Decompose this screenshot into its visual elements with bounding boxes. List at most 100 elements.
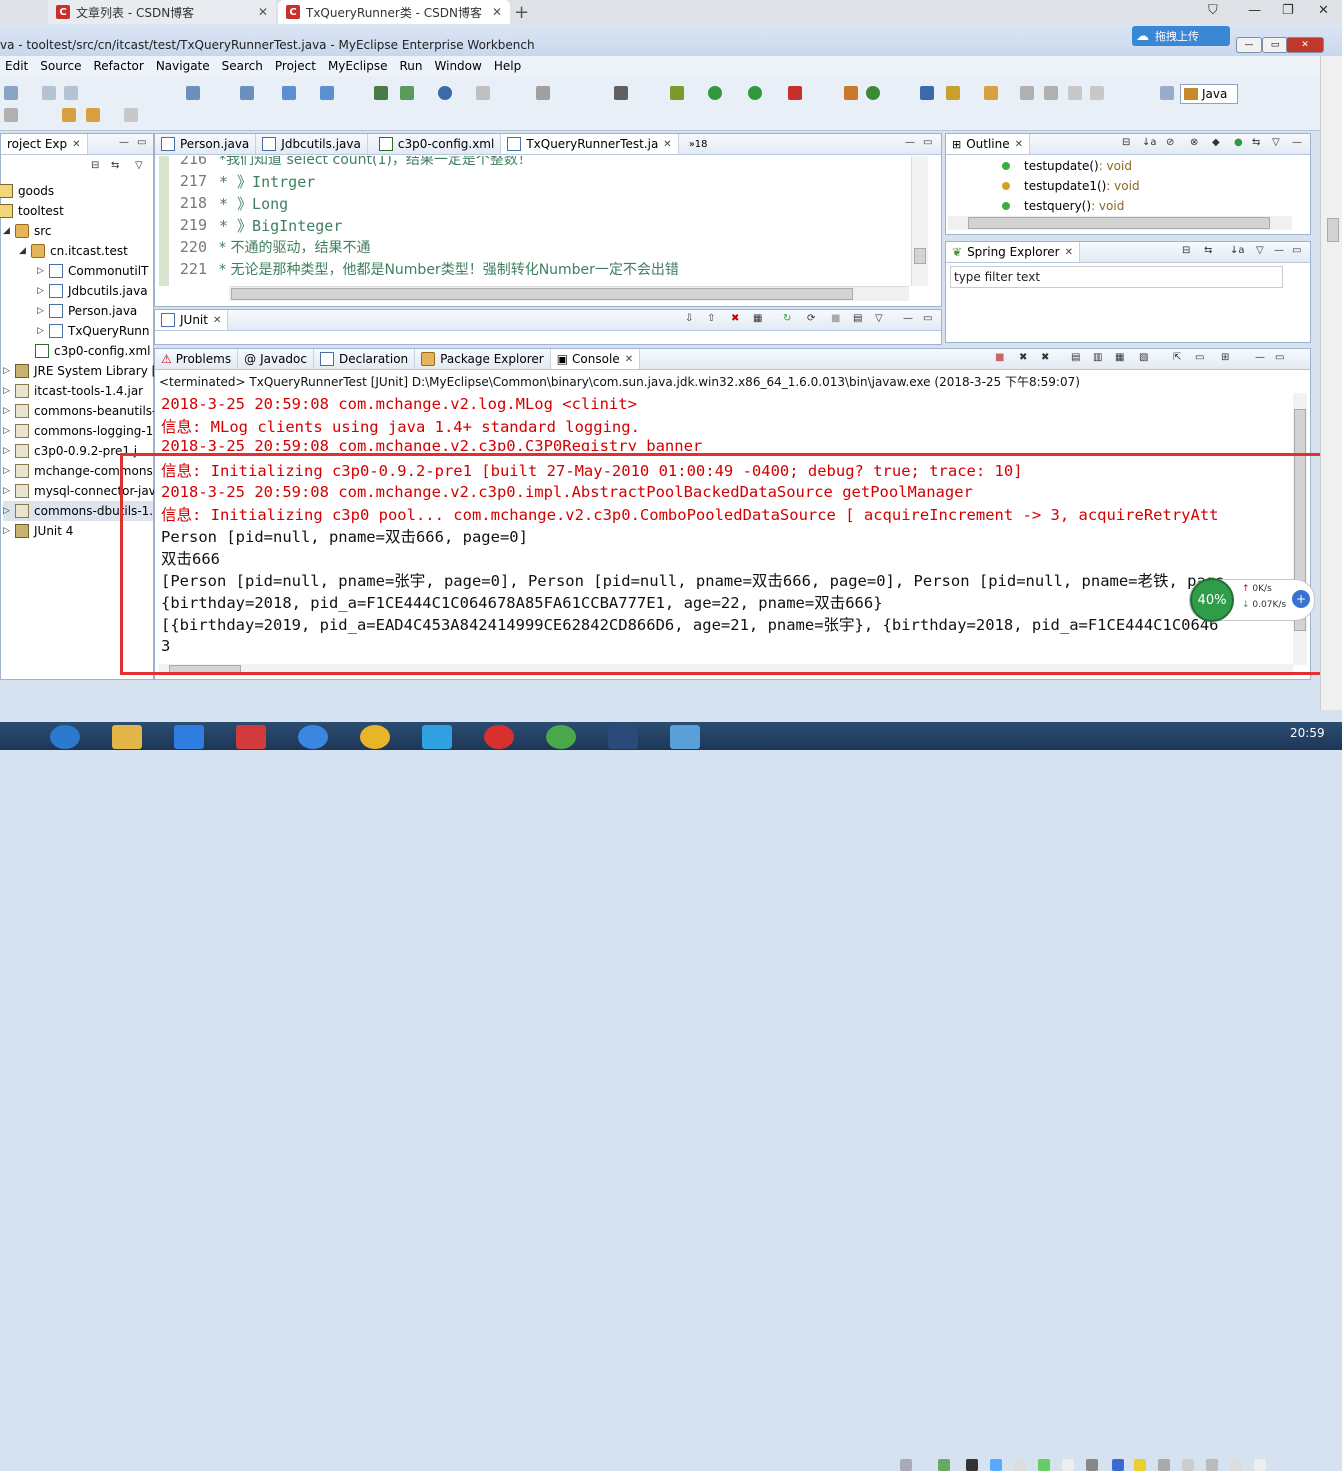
close-icon[interactable]: ✕ [1015,139,1023,150]
tab-javadoc[interactable]: @ Javadoc [238,349,314,369]
menu-refactor[interactable]: Refactor [93,59,143,73]
window-vertical-scrollbar[interactable] [1320,56,1342,710]
minimize-icon[interactable]: — [119,137,129,148]
close-icon[interactable]: ✕ [663,139,671,150]
rerun-icon[interactable]: ↻ [783,313,791,324]
menu-window[interactable]: Window [435,59,482,73]
scroll-thumb[interactable] [231,288,853,300]
plus-icon[interactable]: + [1292,590,1310,608]
collapse-arrow-icon[interactable]: ▷ [3,486,11,496]
tree-item-jre-system-library[interactable]: ▷ JRE System Library [ [3,361,156,381]
tab-package-explorer[interactable]: roject Exp ✕ [1,134,88,154]
expand-arrow-icon[interactable]: ◢ [3,226,11,236]
print-icon[interactable] [64,86,78,100]
new-class-icon[interactable] [844,86,858,100]
tray-icon[interactable] [900,1459,912,1471]
new-icon[interactable] [186,86,200,100]
window-minimize-button[interactable]: — [1236,37,1262,53]
tree-item-jar[interactable]: ▷ commons-beanutils- [3,401,156,421]
external-tools-icon[interactable] [788,86,802,100]
app-icon[interactable] [174,725,204,749]
tab-console[interactable]: ▣ Console ✕ [550,349,641,369]
youdao-icon[interactable] [236,725,266,749]
minimize-icon[interactable]: — [1274,245,1284,256]
tray-icon[interactable] [1158,1459,1170,1471]
maximize-icon[interactable]: ▭ [137,137,146,148]
collapse-all-icon[interactable]: ⊟ [1122,137,1130,148]
menu-help[interactable]: Help [494,59,521,73]
back-forward-icon[interactable] [476,86,490,100]
camera-icon[interactable] [614,86,628,100]
browser-tab-article-list[interactable]: C 文章列表 - CSDN博客 ✕ [48,0,276,24]
scroll-thumb[interactable] [914,248,926,264]
minimize-icon[interactable]: — [1248,3,1261,18]
tree-item-person[interactable]: ▷ Person.java [37,301,137,321]
sort-icon[interactable]: ↓a [1142,137,1157,148]
hide-fields-icon[interactable]: ⊘ [1166,137,1174,148]
close-icon[interactable]: ✕ [258,5,268,19]
menu-edit[interactable]: Edit [5,59,28,73]
next-failure-icon[interactable]: ⇩ [685,313,693,324]
ime-icon[interactable] [1254,1459,1266,1471]
tree-item-jar[interactable]: ▷ c3p0-0.9.2-pre1.j [3,441,137,461]
tray-icon[interactable] [990,1459,1002,1471]
mysql-icon[interactable] [670,725,700,749]
sort-icon[interactable]: ↓a [1230,245,1245,256]
tree-item-jar[interactable]: ▷ itcast-tools-1.4.jar [3,381,143,401]
maximize-icon[interactable]: ▭ [923,137,932,148]
tab-txqueryrunnertest[interactable]: TxQueryRunnerTest.ja ✕ [501,134,679,154]
show-on-output-icon[interactable]: ▧ [1139,352,1148,363]
collapse-arrow-icon[interactable]: ▷ [3,366,11,376]
show-failures-icon[interactable]: ✖ [731,313,739,324]
folder-icon[interactable] [984,86,998,100]
collapse-arrow-icon[interactable]: ▷ [37,326,45,336]
minimize-icon[interactable]: — [1292,137,1302,148]
build-icon[interactable] [374,86,388,100]
menu-project[interactable]: Project [275,59,316,73]
remove-all-icon[interactable]: ✖ [1041,352,1049,363]
maximize-icon[interactable]: ▭ [923,313,932,324]
link-editor-icon[interactable]: ⇆ [1252,137,1260,148]
close-icon[interactable]: ✕ [213,315,221,326]
layout-icon[interactable]: ▤ [853,313,862,324]
format-icon[interactable] [1090,86,1104,100]
scroll-lock-icon[interactable]: ▥ [1093,352,1102,363]
minimize-icon[interactable]: — [903,313,913,324]
expand-arrow-icon[interactable]: ◢ [19,246,27,256]
tab-problems[interactable]: ⚠ Problems [155,349,239,369]
tray-icon[interactable] [1014,1459,1026,1471]
menu-source[interactable]: Source [40,59,81,73]
restore-icon[interactable]: ❐ [1282,3,1294,18]
perspective-java-button[interactable]: Java [1180,84,1238,104]
tab-outline[interactable]: ⊞ Outline ✕ [946,134,1031,154]
tab-jdbcutils-java[interactable]: Jdbcutils.java [256,134,368,154]
outline-item-testupdate1[interactable]: testupdate1() : void [1002,176,1140,196]
outline-horizontal-scrollbar[interactable] [948,216,1292,230]
publish-icon[interactable] [400,86,414,100]
run-last-icon[interactable] [748,86,762,100]
remove-launch-icon[interactable]: ✖ [1019,352,1027,363]
close-icon[interactable]: ✕ [1065,247,1073,258]
menu-myeclipse[interactable]: MyEclipse [328,59,388,73]
tab-person-java[interactable]: Person.java [155,134,257,154]
volume-icon[interactable] [1230,1459,1242,1471]
server-icon[interactable] [320,86,334,100]
code-area[interactable]: 216 *我们知道 select count(1)，结果一定是个整数！ 217 * … [169,156,909,286]
tab-junit[interactable]: JUnit ✕ [155,310,229,330]
globe-icon[interactable] [438,86,452,100]
qq-browser-icon[interactable] [422,725,452,749]
tree-item-txqueryrunner[interactable]: ▷ TxQueryRunn [37,321,150,341]
copy-icon[interactable] [42,86,56,100]
signal-icon[interactable] [1206,1459,1218,1471]
new-package-icon[interactable] [866,86,880,100]
tab-overflow-button[interactable]: »18 [689,139,708,150]
minimize-icon[interactable]: — [1255,352,1265,363]
scroll-thumb[interactable] [1327,218,1339,242]
explorer-icon[interactable] [112,725,142,749]
maximize-icon[interactable]: ▭ [1292,245,1301,256]
search-icon[interactable] [920,86,934,100]
ant-icon[interactable] [536,86,550,100]
editor-horizontal-scrollbar[interactable] [229,286,909,301]
open-type-icon[interactable] [240,86,254,100]
bluetooth-icon[interactable] [1112,1459,1124,1471]
